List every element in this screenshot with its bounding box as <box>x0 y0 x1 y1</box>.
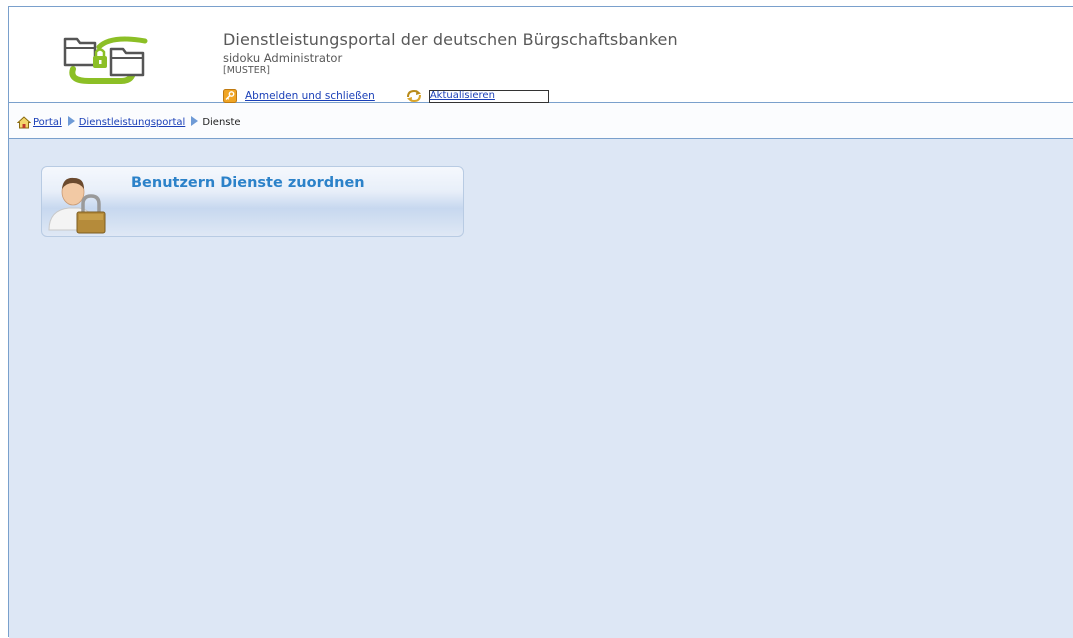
logout-link[interactable]: Abmelden und schließen <box>245 90 375 102</box>
breadcrumb-item-dienstleistungsportal[interactable]: Dienstleistungsportal <box>79 115 186 129</box>
user-name: sidoku Administrator <box>223 51 343 65</box>
portal-title: Dienstleistungsportal der deutschen Bürg… <box>223 30 678 49</box>
page-header: Dienstleistungsportal der deutschen Bürg… <box>9 7 1073 103</box>
refresh-action[interactable]: Aktualisieren <box>405 88 549 104</box>
refresh-link[interactable]: Aktualisieren <box>428 89 549 103</box>
breadcrumb-link-portal[interactable]: Portal <box>33 117 62 128</box>
header-titles: Dienstleistungsportal der deutschen Bürg… <box>223 30 678 77</box>
key-icon <box>223 89 237 103</box>
tenant-label: [MUSTER] <box>223 65 270 76</box>
header-actions: Abmelden und schließen Aktualisieren <box>223 88 549 104</box>
service-tile-assign-services[interactable]: Benutzern Dienste zuordnen <box>41 166 464 237</box>
breadcrumb-arrow-icon <box>191 116 199 126</box>
breadcrumb: Portal Dienstleistungsportal Dienste <box>9 103 1073 139</box>
user-lock-icon <box>48 177 106 234</box>
breadcrumb-arrow-icon <box>67 116 75 126</box>
breadcrumb-item-current: Dienste <box>202 115 240 129</box>
home-icon <box>17 115 31 128</box>
breadcrumb-item-portal[interactable]: Portal <box>17 115 62 129</box>
portal-logo-icon <box>63 36 148 84</box>
refresh-icon <box>406 89 421 103</box>
service-tile-title: Benutzern Dienste zuordnen <box>131 175 365 191</box>
main-content: Benutzern Dienste zuordnen <box>9 139 1073 638</box>
breadcrumb-link-dienstleistungsportal[interactable]: Dienstleistungsportal <box>79 117 186 128</box>
breadcrumb-current: Dienste <box>202 116 241 128</box>
portal-window: Dienstleistungsportal der deutschen Bürg… <box>8 6 1073 638</box>
logout-action[interactable]: Abmelden und schließen <box>223 88 375 104</box>
